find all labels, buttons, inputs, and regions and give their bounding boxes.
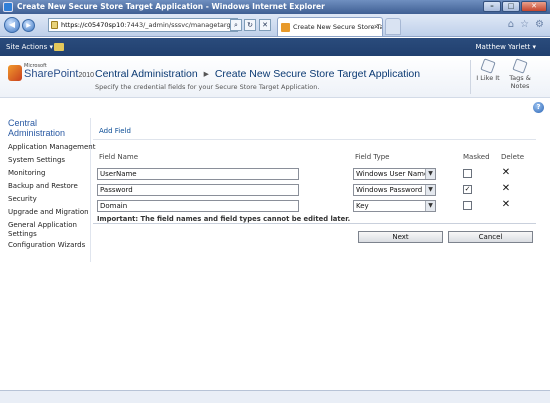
quick-launch-list: Application Management System Settings M… xyxy=(8,141,95,252)
field-row: UserName Windows User Name ▼ ✕ xyxy=(93,167,548,182)
tab-close-icon[interactable]: ✕ xyxy=(374,18,379,36)
window-controls: – □ ✕ xyxy=(483,1,547,12)
dropdown-arrow-icon[interactable]: ▼ xyxy=(425,201,435,211)
address-path: :7443/_admin/sssvc/managetargetappl xyxy=(124,21,237,29)
field-name-input[interactable]: Domain xyxy=(97,200,299,212)
next-button[interactable]: Next xyxy=(358,231,443,243)
sharepoint-ribbon: Site Actions ▾ Matthew Yarlett ▾ xyxy=(0,38,550,56)
page-description: Specify the credential fields for your S… xyxy=(95,83,320,91)
window-titlebar: Create New Secure Store Target Applicati… xyxy=(0,0,550,14)
nav-item-monitoring[interactable]: Monitoring xyxy=(8,167,92,180)
refresh-button[interactable]: ↻ xyxy=(244,19,256,31)
field-type-value: Key xyxy=(356,202,369,210)
dropdown-arrow-icon[interactable]: ▼ xyxy=(425,185,435,195)
window-title: Create New Secure Store Target Applicati… xyxy=(17,2,325,11)
i-like-it-button[interactable]: I Like It xyxy=(472,58,504,82)
minimize-button[interactable]: – xyxy=(483,1,501,12)
maximize-button[interactable]: □ xyxy=(502,1,520,12)
column-header-masked: Masked xyxy=(463,153,490,161)
field-row: Password Windows Password ▼ ✓ ✕ xyxy=(93,183,548,198)
delete-field-icon[interactable]: ✕ xyxy=(501,167,511,178)
user-menu[interactable]: Matthew Yarlett ▾ xyxy=(476,38,536,56)
logo-year: 2010 xyxy=(78,72,95,79)
field-type-select[interactable]: Key ▼ xyxy=(353,200,436,212)
delete-field-icon[interactable]: ✕ xyxy=(501,199,511,210)
thumbs-up-tag-icon xyxy=(480,58,496,74)
breadcrumb: Central Administration ▸ Create New Secu… xyxy=(95,68,420,80)
navigate-up-icon[interactable] xyxy=(54,43,64,51)
page-header: Microsoft SharePoint2010 Central Adminis… xyxy=(0,56,550,98)
masked-checkbox[interactable] xyxy=(463,201,472,210)
forward-button[interactable]: ▶ xyxy=(22,19,35,32)
field-type-value: Windows User Name xyxy=(356,170,429,178)
sharepoint-logo-icon xyxy=(8,65,22,81)
favorites-icon[interactable]: ☆ xyxy=(520,19,529,30)
field-name-input[interactable]: UserName xyxy=(97,168,299,180)
nav-item-system-settings[interactable]: System Settings xyxy=(8,154,92,167)
nav-item-general-application-settings[interactable]: General Application Settings xyxy=(8,219,92,239)
dropdown-arrow-icon[interactable]: ▼ xyxy=(425,169,435,179)
tools-icon[interactable]: ⚙ xyxy=(535,19,544,30)
stop-button[interactable]: ✕ xyxy=(259,19,271,31)
important-note: Important: The field names and field typ… xyxy=(97,215,351,223)
browser-navbar: ◀ ▶ https://c05470sp10:7443/_admin/sssvc… xyxy=(0,14,550,37)
internet-explorer-icon xyxy=(3,2,13,12)
tags-label-line2: Notes xyxy=(510,82,530,90)
quick-launch-heading-line1: Central xyxy=(8,118,38,128)
tags-notes-button[interactable]: Tags & Notes xyxy=(504,58,536,90)
browser-tab-title: Create New Secure Store Ta... xyxy=(293,23,383,31)
nav-item-upgrade-and-migration[interactable]: Upgrade and Migration xyxy=(8,206,92,219)
sharepoint-favicon-icon xyxy=(281,23,290,32)
column-header-field-name: Field Name xyxy=(99,153,139,161)
breadcrumb-separator: ▸ xyxy=(203,68,209,80)
site-actions-menu[interactable]: Site Actions ▾ xyxy=(6,38,53,56)
delete-field-icon[interactable]: ✕ xyxy=(501,183,511,194)
breadcrumb-root[interactable]: Central Administration xyxy=(95,68,198,80)
nav-item-configuration-wizards[interactable]: Configuration Wizards xyxy=(8,239,92,252)
tag-note-icon xyxy=(512,58,528,74)
new-tab-button[interactable] xyxy=(385,18,401,35)
logo-sharepoint: SharePoint xyxy=(24,68,79,80)
nav-item-security[interactable]: Security xyxy=(8,193,92,206)
browser-status-bar xyxy=(0,390,550,403)
address-host: https://c05470sp10 xyxy=(61,21,125,29)
tags-label-line1: Tags & xyxy=(509,74,531,82)
back-button[interactable]: ◀ xyxy=(4,17,20,33)
masked-checkbox[interactable] xyxy=(463,169,472,178)
nav-item-backup-and-restore[interactable]: Backup and Restore xyxy=(8,180,92,193)
quick-launch-heading-line2: Administration xyxy=(8,128,66,138)
nav-item-application-management[interactable]: Application Management xyxy=(8,141,95,154)
close-button[interactable]: ✕ xyxy=(521,1,547,12)
browser-command-icons: ⌂ ☆ ⚙ xyxy=(508,19,544,30)
search-icon[interactable]: ⌕ xyxy=(230,19,242,31)
field-row: Domain Key ▼ ✕ xyxy=(93,199,548,214)
field-name-input[interactable]: Password xyxy=(97,184,299,196)
field-type-select[interactable]: Windows Password ▼ xyxy=(353,184,436,196)
header-divider xyxy=(470,60,471,94)
divider xyxy=(93,139,536,140)
quick-launch: Central Administration Application Manag… xyxy=(4,118,95,262)
sharepoint-logo[interactable]: Microsoft SharePoint2010 xyxy=(8,62,94,86)
home-icon[interactable]: ⌂ xyxy=(508,19,514,30)
cancel-button[interactable]: Cancel xyxy=(448,231,533,243)
help-icon[interactable]: ? xyxy=(533,102,544,113)
field-type-select[interactable]: Windows User Name ▼ xyxy=(353,168,436,180)
address-bar[interactable]: https://c05470sp10:7443/_admin/sssvc/man… xyxy=(48,18,238,32)
add-field-link[interactable]: Add Field xyxy=(99,127,131,135)
quick-launch-heading[interactable]: Central Administration xyxy=(8,118,65,138)
masked-checkbox[interactable]: ✓ xyxy=(463,185,472,194)
field-type-value: Windows Password xyxy=(356,186,423,194)
i-like-it-label: I Like It xyxy=(476,74,500,82)
page-title: Create New Secure Store Target Applicati… xyxy=(214,68,421,80)
column-header-field-type: Field Type xyxy=(355,153,390,161)
main-content: Add Field Field Name Field Type Masked D… xyxy=(93,118,548,278)
browser-tab-active[interactable]: Create New Secure Store Ta... ✕ xyxy=(277,17,383,36)
column-header-delete: Delete xyxy=(501,153,524,161)
divider xyxy=(93,223,536,224)
lock-icon xyxy=(51,21,58,29)
